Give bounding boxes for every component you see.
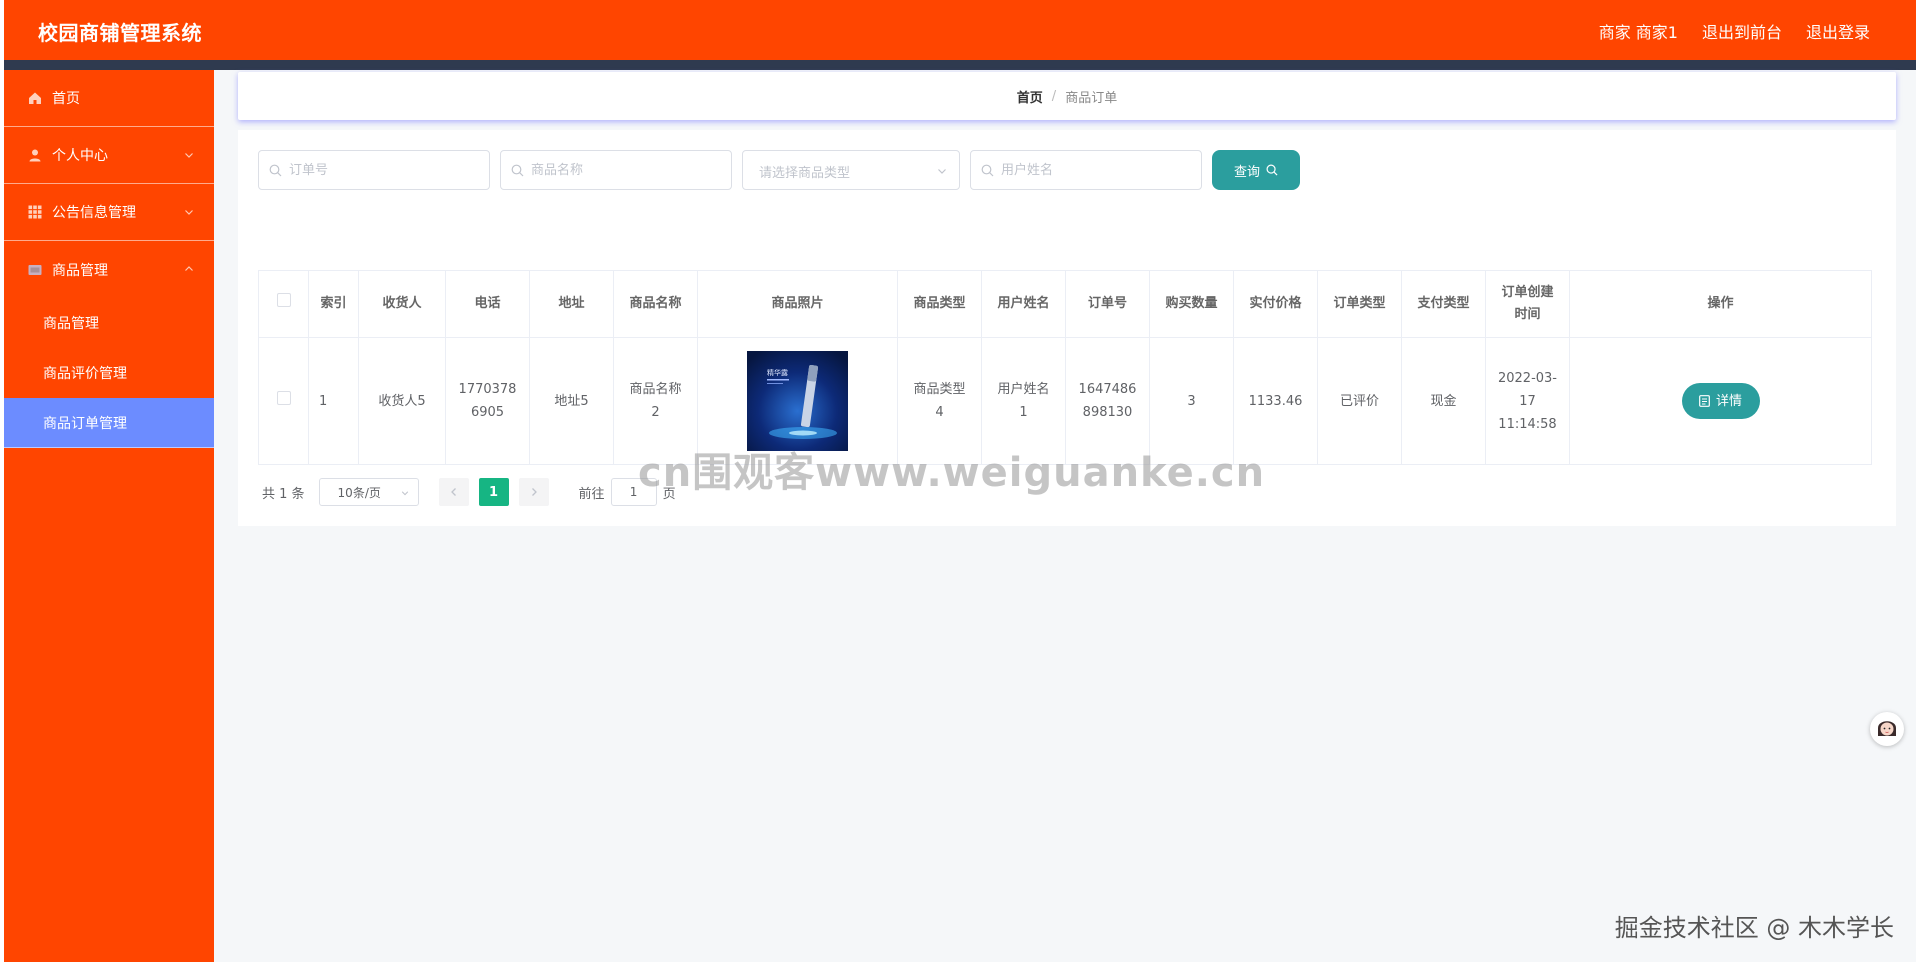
- search-icon: [1266, 164, 1278, 176]
- header-links: 商家 商家1 退出到前台 退出登录: [1599, 19, 1870, 43]
- user-name-input[interactable]: [971, 151, 1201, 189]
- column-header: 索引: [308, 270, 359, 338]
- next-page-button[interactable]: [518, 478, 549, 506]
- prev-page-button[interactable]: [438, 478, 469, 506]
- cell-actions: 详情: [1569, 337, 1872, 465]
- cell-created-time: 2022-03-17 11:14:58: [1485, 337, 1570, 465]
- sidebar-subitem-label: 商品管理: [43, 316, 99, 332]
- current-user: 商家 商家1: [1598, 23, 1678, 42]
- column-header: 电话: [445, 270, 530, 338]
- sidebar-item-label: 首页: [52, 91, 80, 107]
- sidebar-item-label: 个人中心: [52, 148, 108, 164]
- goto-label: 前往: [578, 486, 605, 502]
- corner-watermark: 掘金技术社区 @ 木木学长: [1614, 914, 1894, 942]
- product-name-field: [500, 150, 732, 190]
- column-header: 商品类型: [897, 270, 982, 338]
- query-button-label: 查询: [1233, 164, 1260, 180]
- cell-order-type: 已评价: [1317, 337, 1402, 465]
- column-header: 收货人: [358, 270, 446, 338]
- document-icon: [1699, 395, 1710, 407]
- assistant-avatar[interactable]: [1870, 712, 1904, 746]
- select-all-cell: [258, 270, 309, 338]
- chevron-left-icon: [450, 488, 456, 496]
- pagination: 共 1 条 10条/页 1 前往 页: [262, 478, 676, 506]
- row-checkbox[interactable]: [276, 390, 291, 405]
- column-header: 商品名称: [613, 270, 698, 338]
- page-size-value: 10条/页: [337, 485, 381, 500]
- select-all-checkbox[interactable]: [276, 293, 291, 307]
- product-type-select[interactable]: 请选择商品类型: [742, 150, 960, 190]
- app-title: 校园商铺管理系统: [38, 21, 202, 45]
- column-header: 地址: [529, 270, 614, 338]
- breadcrumb-separator: /: [1051, 88, 1057, 104]
- chevron-down-icon: [938, 169, 946, 174]
- front-page-link[interactable]: 退出到前台: [1702, 19, 1782, 43]
- column-header: 订单类型: [1317, 270, 1402, 338]
- svg-text:精华露: 精华露: [767, 368, 788, 377]
- breadcrumb: 首页 / 商品订单: [238, 72, 1896, 120]
- product-type-placeholder: 请选择商品类型: [759, 166, 851, 181]
- cell-phone: 17703786905: [445, 337, 530, 465]
- sidebar-item-personal-center[interactable]: 个人中心: [4, 127, 214, 184]
- sidebar-subitem-label: 商品订单管理: [43, 415, 127, 432]
- table-header-row: 索引 收货人 电话 地址 商品名称 商品照片 商品类型 用户姓名 订单号 购买数…: [258, 270, 1872, 338]
- sidebar-item-home[interactable]: 首页: [4, 70, 214, 127]
- orders-table: 索引 收货人 电话 地址 商品名称 商品照片 商品类型 用户姓名 订单号 购买数…: [258, 270, 1872, 465]
- cell-index: 1: [308, 337, 359, 465]
- product-photo: 精华露: [747, 351, 848, 451]
- order-no-input[interactable]: [259, 151, 489, 189]
- page-size-select[interactable]: 10条/页: [318, 478, 419, 506]
- detail-button-label: 详情: [1715, 393, 1742, 409]
- sidebar-subitem-products[interactable]: 商品管理: [4, 298, 214, 348]
- column-header: 购买数量: [1149, 270, 1234, 338]
- column-header: 订单号: [1065, 270, 1150, 338]
- app-root: 校园商铺管理系统 商家 商家1 退出到前台 退出登录 首页 个人中心 公告信息管…: [4, 0, 1916, 962]
- sidebar-item-product-management[interactable]: 商品管理: [4, 241, 214, 298]
- home-icon: [28, 91, 42, 105]
- top-header: 校园商铺管理系统 商家 商家1 退出到前台 退出登录: [4, 0, 1916, 60]
- search-icon: [269, 164, 282, 177]
- column-header: 支付类型: [1401, 270, 1486, 338]
- search-icon: [981, 164, 994, 177]
- sidebar-subitem-product-orders[interactable]: 商品订单管理: [4, 398, 214, 448]
- chevron-down-icon: [401, 491, 408, 496]
- user-icon: [28, 148, 42, 162]
- sidebar-item-label: 公告信息管理: [52, 205, 136, 221]
- detail-button[interactable]: 详情: [1681, 383, 1760, 419]
- row-select-cell: [258, 337, 309, 465]
- column-header: 操作: [1569, 270, 1872, 338]
- search-icon: [511, 164, 524, 177]
- column-header: 实付价格: [1233, 270, 1318, 338]
- query-button[interactable]: 查询: [1212, 150, 1300, 190]
- column-header: 订单创建时间: [1485, 270, 1570, 338]
- sidebar-subitem-product-reviews[interactable]: 商品评价管理: [4, 348, 214, 398]
- header-divider-bar: [4, 60, 1916, 70]
- pagination-total: 共 1 条: [262, 486, 305, 502]
- order-no-field: [258, 150, 490, 190]
- chevron-right-icon: [531, 488, 537, 496]
- avatar-icon: [1872, 714, 1902, 744]
- logout-link[interactable]: 退出登录: [1806, 19, 1870, 43]
- page-number-button[interactable]: 1: [478, 478, 509, 506]
- chevron-down-icon: [185, 210, 193, 215]
- site-watermark: cn围观客www.weiguanke.cn: [638, 450, 1266, 496]
- column-header: 商品照片: [697, 270, 898, 338]
- shop-icon: [28, 263, 42, 277]
- chevron-down-icon: [185, 153, 193, 158]
- product-name-input[interactable]: [501, 151, 731, 189]
- sidebar-item-label: 商品管理: [52, 262, 108, 279]
- cell-pay-type: 现金: [1401, 337, 1486, 465]
- sidebar-item-announcements[interactable]: 公告信息管理: [4, 184, 214, 241]
- search-form: 请选择商品类型 查询: [258, 150, 1300, 190]
- user-name-field: [970, 150, 1202, 190]
- column-header: 用户姓名: [981, 270, 1066, 338]
- cell-address: 地址5: [529, 337, 614, 465]
- sidebar: 首页 个人中心 公告信息管理 商品管理 商品管理 商品评价管理 商品订单管理: [4, 70, 214, 962]
- chevron-up-icon: [185, 266, 193, 271]
- breadcrumb-current: 商品订单: [1065, 90, 1118, 106]
- sidebar-subitem-label: 商品评价管理: [43, 366, 127, 382]
- grid-icon: [28, 205, 42, 219]
- breadcrumb-home[interactable]: 首页: [1017, 87, 1043, 106]
- cell-receiver: 收货人5: [358, 337, 446, 465]
